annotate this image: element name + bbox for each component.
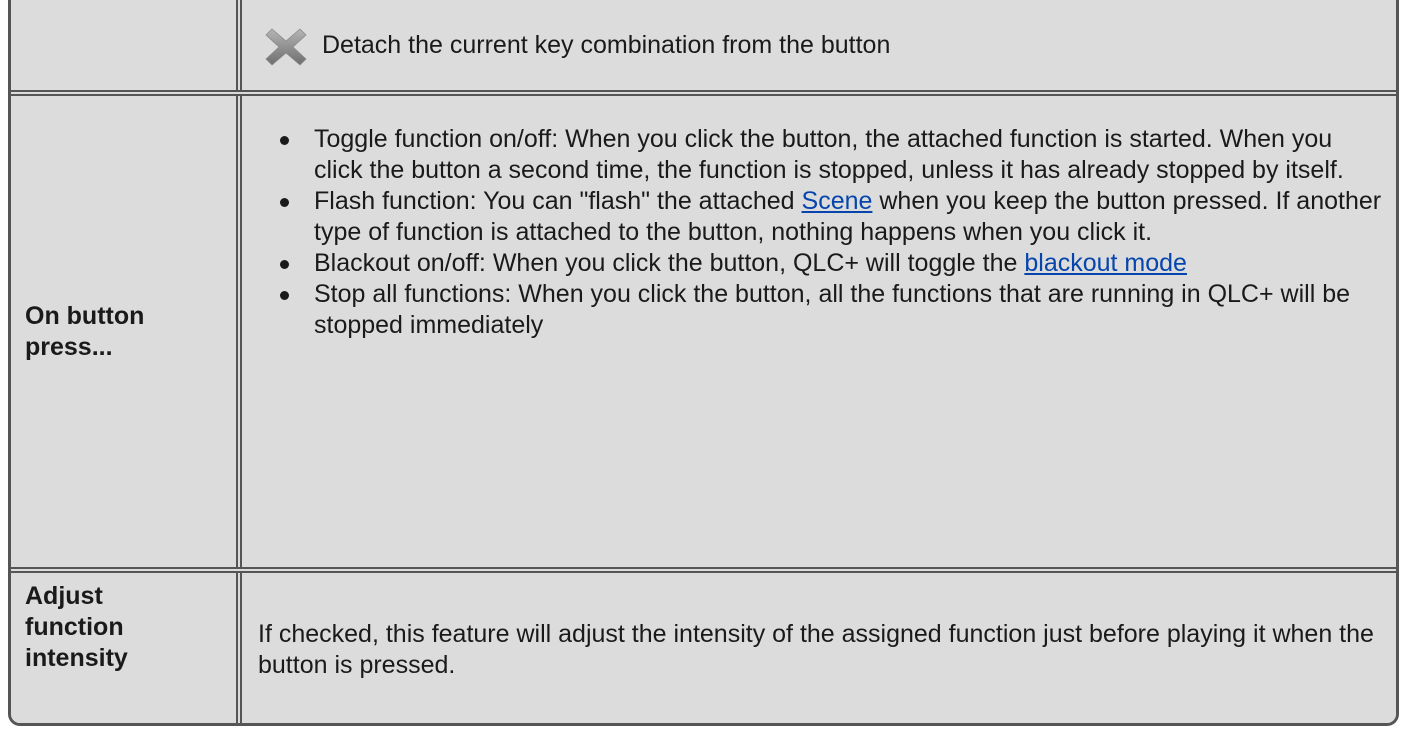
- help-page: Detach the current key combination from …: [0, 0, 1407, 731]
- list-item-text: Toggle function on/off: When you click t…: [314, 125, 1344, 184]
- table-row-on-button-press: On button press... Toggle function on/of…: [11, 96, 1396, 567]
- row-content-detach: Detach the current key combination from …: [242, 0, 1396, 90]
- label-line: press...: [25, 332, 113, 361]
- detach-x-icon: [265, 28, 307, 66]
- adjust-description: If checked, this feature will adjust the…: [258, 619, 1374, 679]
- list-item-text: Flash function: You can "flash" the atta…: [314, 187, 802, 215]
- list-item-stop-all: Stop all functions: When you click the b…: [280, 279, 1386, 341]
- properties-table: Detach the current key combination from …: [8, 0, 1399, 726]
- label-line: intensity: [25, 644, 128, 672]
- label-line: On button: [25, 301, 145, 330]
- row-content-on-button-press: Toggle function on/off: When you click t…: [242, 96, 1396, 567]
- list-item-flash: Flash function: You can "flash" the atta…: [280, 186, 1386, 248]
- table-row-adjust-intensity: Adjust function intensity If checked, th…: [11, 573, 1396, 723]
- list-item-text: Blackout on/off: When you click the butt…: [314, 249, 1025, 277]
- list-item-text: Stop all functions: When you click the b…: [314, 280, 1350, 339]
- list-item-toggle: Toggle function on/off: When you click t…: [280, 124, 1386, 186]
- row-label-adjust-intensity: Adjust function intensity: [11, 573, 236, 723]
- press-mode-list: Toggle function on/off: When you click t…: [258, 124, 1386, 341]
- row-content-adjust-intensity: If checked, this feature will adjust the…: [242, 573, 1396, 723]
- row-label-empty: [11, 0, 236, 90]
- list-item-blackout: Blackout on/off: When you click the butt…: [280, 248, 1386, 279]
- detach-description: Detach the current key combination from …: [322, 30, 891, 59]
- row-label-on-button-press: On button press...: [11, 96, 236, 567]
- label-line: function: [25, 613, 124, 641]
- label-line: Adjust: [25, 582, 103, 610]
- table-row-detach: Detach the current key combination from …: [11, 0, 1396, 90]
- blackout-mode-link[interactable]: blackout mode: [1024, 249, 1187, 277]
- scene-link[interactable]: Scene: [802, 187, 873, 215]
